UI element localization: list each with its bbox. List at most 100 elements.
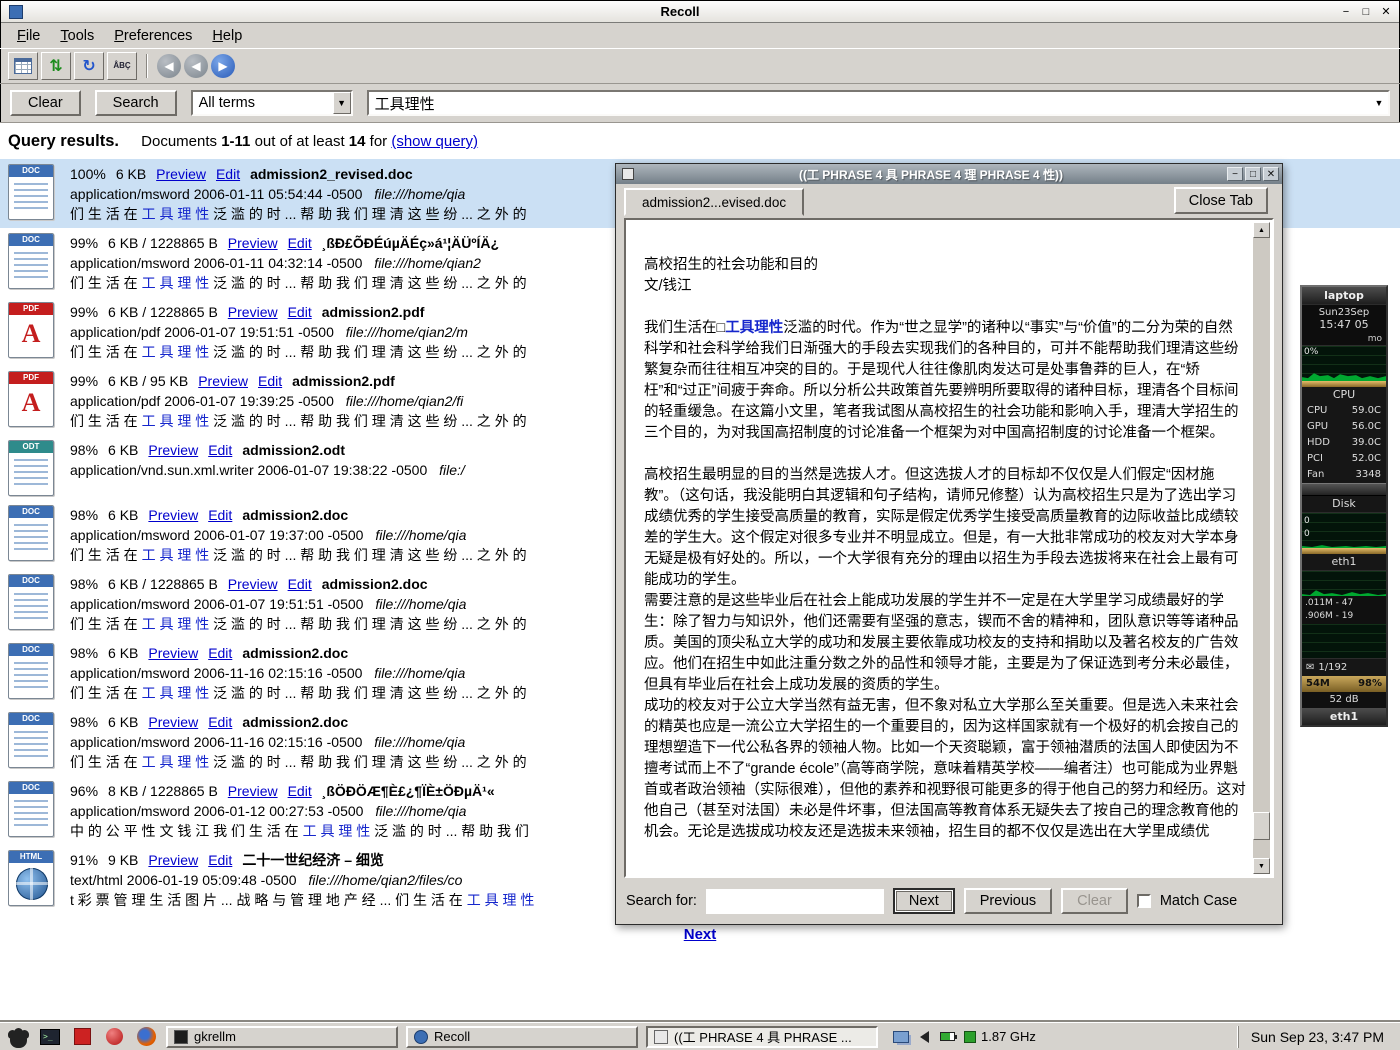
gk-clock-panel[interactable]: Sun23Sep 15:47 05 [1302, 304, 1386, 334]
find-input[interactable] [706, 889, 884, 914]
nav-back-icon[interactable]: ◀ [184, 54, 208, 78]
close-icon[interactable]: ✕ [1377, 4, 1395, 20]
snippet-highlight: 工 具 理 性 [142, 616, 210, 632]
preview-link[interactable]: Preview [156, 164, 206, 184]
search-mode-select[interactable]: All terms ▼ [191, 90, 353, 116]
edit-link[interactable]: Edit [288, 574, 312, 594]
match-case-checkbox[interactable] [1137, 894, 1151, 908]
gk-spacer-chart [1302, 624, 1386, 658]
clear-button[interactable]: Clear [10, 90, 81, 116]
gk-mem-row[interactable]: 54M 98% [1302, 676, 1386, 692]
preview-link[interactable]: Preview [198, 371, 248, 391]
snippet-highlight: 工 具 理 性 [467, 892, 535, 908]
tray-display-icon[interactable] [892, 1029, 910, 1045]
preview-link[interactable]: Preview [228, 233, 278, 253]
show-query-link[interactable]: (show query) [391, 133, 478, 150]
tray-battery-icon[interactable] [938, 1029, 956, 1045]
gk-temp-row: CPU59.0C [1302, 403, 1386, 419]
edit-link[interactable]: Edit [208, 505, 232, 525]
taskbar-task-preview[interactable]: ((工 PHRASE 4 具 PHRASE ... [646, 1026, 878, 1048]
file-url: file:///home/qia [374, 734, 465, 750]
find-clear-button[interactable]: Clear [1061, 888, 1128, 914]
preview-link[interactable]: Preview [148, 712, 198, 732]
preview-tab[interactable]: admission2...evised.doc [624, 188, 804, 216]
chevron-down-icon[interactable]: ▼ [333, 92, 351, 114]
preview-link[interactable]: Preview [148, 505, 198, 525]
relevance-percent: 91% [70, 850, 98, 870]
maximize-icon[interactable]: □ [1357, 4, 1375, 20]
preview-minimize-icon[interactable]: − [1227, 167, 1243, 181]
edit-link[interactable]: Edit [288, 233, 312, 253]
gk-mail-row[interactable]: ✉ 1/192 [1302, 658, 1386, 676]
scroll-up-icon[interactable]: ▲ [1253, 222, 1270, 238]
edit-link[interactable]: Edit [208, 850, 232, 870]
scrollbar-thumb[interactable] [1253, 812, 1270, 840]
taskbar-task-recoll[interactable]: Recoll [406, 1026, 638, 1048]
preview-link[interactable]: Preview [228, 781, 278, 801]
edit-link[interactable]: Edit [208, 712, 232, 732]
edit-link[interactable]: Edit [208, 643, 232, 663]
nav-first-icon[interactable]: ◀ [157, 54, 181, 78]
preview-link[interactable]: Preview [228, 574, 278, 594]
launcher-media-icon[interactable] [102, 1025, 126, 1049]
launcher-firefox-icon[interactable] [134, 1025, 158, 1049]
gk-temp-value: 52.0C [1352, 451, 1381, 467]
menu-file[interactable]: File [8, 26, 49, 46]
find-next-button[interactable]: Next [893, 888, 955, 914]
sort-button[interactable]: ⇅ [41, 52, 71, 80]
tray-speaker-icon[interactable] [915, 1029, 933, 1045]
taskbar-clock: Sun Sep 23, 3:47 PM [1238, 1026, 1394, 1048]
preview-link[interactable]: Preview [148, 440, 198, 460]
edit-link[interactable]: Edit [258, 371, 282, 391]
file-type-icon: PDFA [8, 302, 54, 358]
edit-link[interactable]: Edit [208, 440, 232, 460]
gk-net-stats: .011M - 47 .906M - 19 [1302, 596, 1386, 624]
next-page-link[interactable]: Next [684, 926, 717, 943]
edit-link[interactable]: Edit [216, 164, 240, 184]
menu-preferences[interactable]: Preferences [105, 26, 201, 46]
minimize-icon[interactable]: − [1337, 4, 1355, 20]
mime-type: application/msword [70, 803, 190, 819]
close-tab-button[interactable]: Close Tab [1174, 187, 1268, 214]
gkrellm-window[interactable]: laptop Sun23Sep 15:47 05 mo 0% CPU CPU59… [1300, 285, 1388, 727]
preview-scrollbar[interactable]: ▲ ▼ [1253, 222, 1270, 874]
file-url: file:///home/qian2/files/co [308, 872, 462, 888]
history-dropdown-icon[interactable]: ▼ [1370, 92, 1388, 114]
preview-window[interactable]: ((工 PHRASE 4 具 PHRASE 4 理 PHRASE 4 性)) −… [615, 163, 1283, 925]
nav-forward-icon[interactable]: ▶ [211, 54, 235, 78]
search-button[interactable]: Search [95, 90, 177, 116]
reload-icon: ↻ [82, 56, 95, 76]
edit-link[interactable]: Edit [288, 781, 312, 801]
launcher-package-icon[interactable] [70, 1025, 94, 1049]
preview-maximize-icon[interactable]: □ [1245, 167, 1261, 181]
gk-mail-count: 1/192 [1318, 660, 1347, 675]
preview-titlebar[interactable]: ((工 PHRASE 4 具 PHRASE 4 理 PHRASE 4 性)) −… [616, 164, 1282, 184]
taskbar-task-gkrellm[interactable]: gkrellm [166, 1026, 398, 1048]
find-previous-button[interactable]: Previous [964, 888, 1052, 914]
gk-cpu-chart[interactable]: 0% [1302, 345, 1386, 381]
gk-disk-chart[interactable]: 0 0 [1302, 512, 1386, 548]
update-index-button[interactable]: ↻ [74, 52, 104, 80]
menu-help[interactable]: Help [203, 26, 251, 46]
search-input[interactable] [369, 92, 1370, 114]
menu-tools[interactable]: Tools [51, 26, 103, 46]
edit-link[interactable]: Edit [288, 302, 312, 322]
term-explorer-button[interactable]: ÂBÇ [107, 52, 137, 80]
task-label: ((工 PHRASE 4 具 PHRASE ... [674, 1027, 852, 1046]
file-type-icon: ODT [8, 440, 54, 496]
search-bar: Clear Search All terms ▼ ▼ [0, 86, 1400, 120]
preview-link[interactable]: Preview [148, 850, 198, 870]
scroll-down-icon[interactable]: ▼ [1253, 858, 1270, 874]
preview-link[interactable]: Preview [148, 643, 198, 663]
gk-net-chart[interactable] [1302, 570, 1386, 596]
gk-date: Sun23Sep [1302, 307, 1386, 318]
recoll-titlebar[interactable]: Recoll − □ ✕ [1, 1, 1399, 23]
preview-text[interactable]: 高校招生的社会功能和目的文/钱江 我们生活在□工具理性泛滥的时代。作为“世之显学… [628, 222, 1252, 874]
preview-close-icon[interactable]: ✕ [1263, 167, 1279, 181]
task-buttons: gkrellm Recoll ((工 PHRASE 4 具 PHRASE ... [166, 1026, 878, 1048]
first-page-button[interactable] [8, 52, 38, 80]
launcher-terminal-icon[interactable]: >_ [38, 1025, 62, 1049]
launcher-footprint-icon[interactable] [6, 1025, 30, 1049]
gk-temp-row: HDD39.0C [1302, 435, 1386, 451]
preview-link[interactable]: Preview [228, 302, 278, 322]
